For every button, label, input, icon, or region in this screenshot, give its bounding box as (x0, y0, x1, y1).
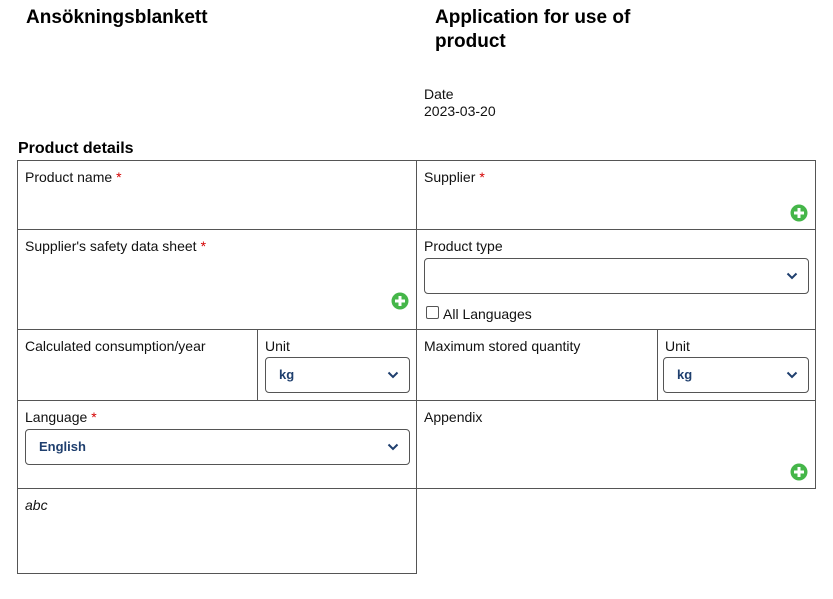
language-label: Language * (25, 409, 97, 425)
section-title: Product details (18, 140, 134, 157)
note-cell[interactable]: abc (17, 488, 417, 574)
plus-circle-icon[interactable] (790, 463, 808, 481)
date-value: 2023-03-20 (424, 103, 496, 119)
chevron-down-icon (786, 371, 798, 379)
plus-circle-icon[interactable] (391, 292, 409, 310)
product-type-cell: Product type All Languages (416, 229, 816, 330)
unit-label-2: Unit (665, 338, 690, 354)
required-mark: * (116, 169, 122, 185)
required-mark: * (479, 169, 485, 185)
unit-label-1: Unit (265, 338, 290, 354)
appendix-label: Appendix (424, 409, 483, 425)
supplier-cell: Supplier * (416, 160, 816, 230)
max-stored-label: Maximum stored quantity (424, 338, 581, 354)
product-type-label: Product type (424, 238, 503, 254)
all-languages-checkbox[interactable] (426, 306, 439, 319)
chevron-down-icon (387, 371, 399, 379)
required-mark: * (200, 238, 207, 254)
language-select[interactable]: English (25, 429, 410, 465)
language-label-text: Language (25, 409, 88, 425)
chevron-down-icon (786, 272, 798, 280)
max-stored-cell[interactable]: Maximum stored quantity (416, 329, 658, 401)
chevron-down-icon (387, 443, 399, 451)
all-languages-label[interactable]: All Languages (443, 306, 532, 322)
unit-select-2[interactable]: kg (663, 357, 809, 393)
product-name-label: Product name * (25, 169, 122, 185)
language-select-value: English (39, 439, 86, 454)
date-label: Date (424, 86, 454, 102)
safety-data-sheet-label-text: Supplier's safety data sheet (25, 238, 197, 254)
product-type-select[interactable] (424, 258, 809, 294)
supplier-label: Supplier * (424, 169, 485, 185)
note-text: abc (25, 497, 48, 513)
unit-select-1-value: kg (279, 367, 295, 382)
product-name-cell[interactable]: Product name * (17, 160, 417, 230)
required-mark: * (91, 409, 97, 425)
plus-circle-icon[interactable] (790, 204, 808, 222)
form-title-english: Application for use of product (435, 7, 631, 52)
language-cell: Language * English (17, 400, 417, 489)
unit-select-2-value: kg (677, 367, 693, 382)
safety-data-sheet-label: Supplier's safety data sheet * (25, 238, 206, 254)
supplier-label-text: Supplier (424, 169, 476, 185)
calc-consumption-label: Calculated consumption/year (25, 338, 206, 354)
safety-data-sheet-cell: Supplier's safety data sheet * (17, 229, 417, 330)
appendix-cell: Appendix (416, 400, 816, 489)
unit-cell-2: Unit kg (657, 329, 816, 401)
form-title-swedish: Ansökningsblankett (26, 7, 208, 28)
unit-select-1[interactable]: kg (265, 357, 410, 393)
unit-cell-1: Unit kg (257, 329, 417, 401)
calc-consumption-cell[interactable]: Calculated consumption/year (17, 329, 258, 401)
product-name-label-text: Product name (25, 169, 113, 185)
